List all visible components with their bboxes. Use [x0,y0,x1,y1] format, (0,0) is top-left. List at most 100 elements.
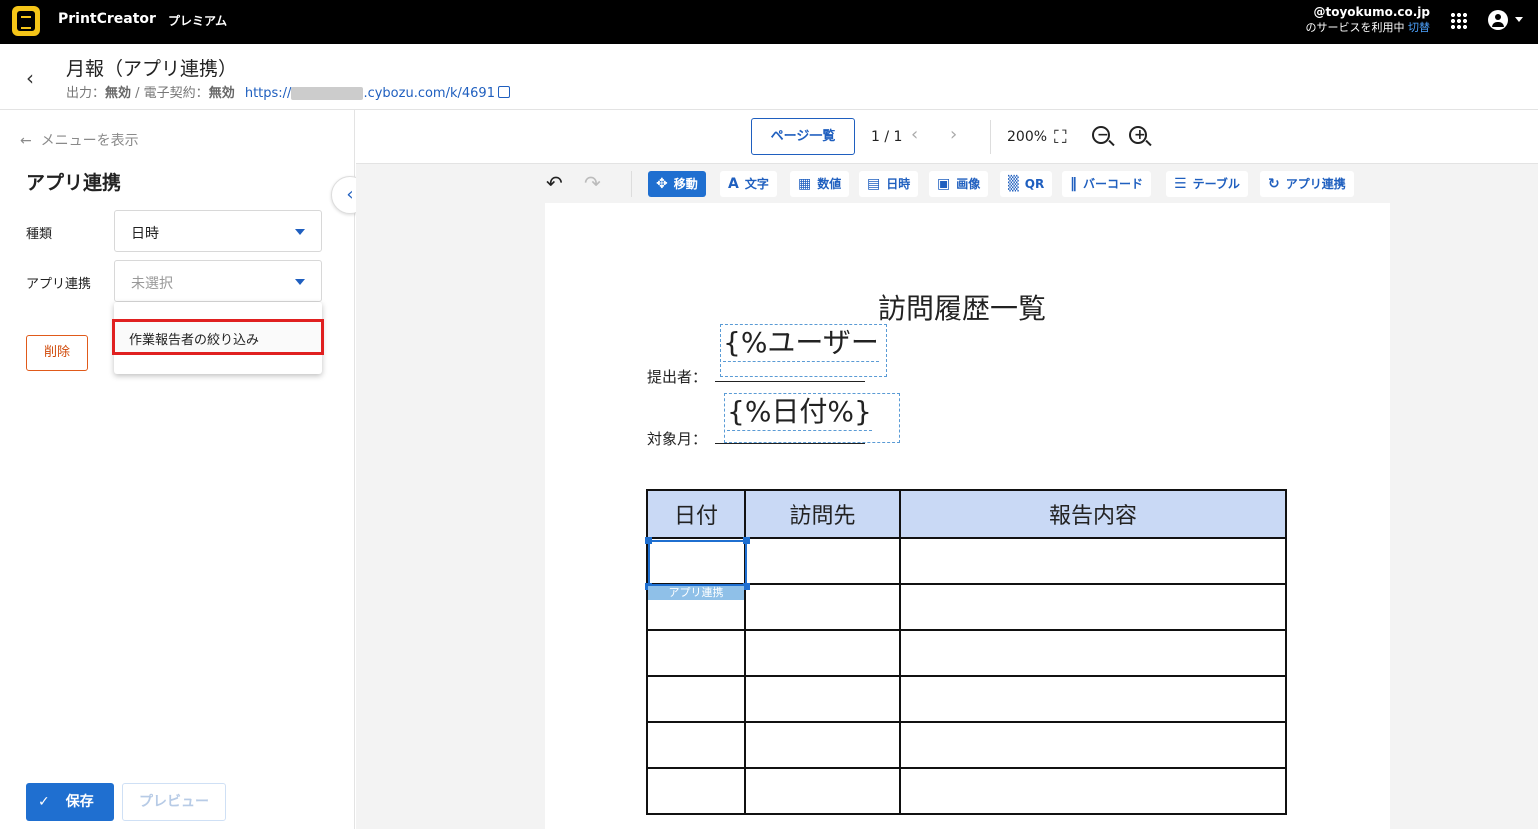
qr-icon: ▒ [1008,176,1019,192]
table-cell[interactable] [646,629,746,677]
type-label: 種類 [26,227,53,242]
table-cell[interactable] [899,537,1287,585]
table-cell[interactable] [646,675,746,723]
table-row [646,629,1287,677]
tool-qr[interactable]: ▒ QR [1000,171,1053,197]
selection-tag: アプリ連携 [648,586,744,600]
toolbar-divider [631,171,632,197]
account-status: のサービスを利用中 [1305,21,1405,34]
month-variable[interactable]: {%日付%} [724,393,900,443]
editor-toolbar: ↶ ↷ ✥ 移動 A 文字 ▦ 数値 ▤ 日時 ▣ 画像 ▒ QR ‖ バーコード ☰ テーブル… [356,165,1538,203]
table-cell[interactable] [899,767,1287,815]
zoom-out-icon[interactable]: − [1092,126,1110,144]
table-row [646,767,1287,815]
redo-icon[interactable]: ↷ [584,171,601,195]
output-label: 出力： [66,86,106,101]
page-header: ‹ 月報（アプリ連携） 出力：無効 / 電子契約：無効 https://.cyb… [0,44,1538,110]
table-cell[interactable] [744,583,901,631]
submitter-variable[interactable]: {%ユーザー [720,324,887,377]
top-bar: PrintCreator プレミアム @toyokumo.co.jp のサービス… [0,0,1538,44]
table-cell[interactable] [744,537,901,585]
apps-grid-icon[interactable] [1450,12,1468,30]
tool-barcode[interactable]: ‖ バーコード [1062,171,1152,197]
dropdown-option[interactable]: 作業報告者の絞り込み [112,319,324,355]
save-button[interactable]: ✓ 保存 [26,783,114,821]
image-icon: ▣ [937,176,951,192]
month-underline [715,443,865,444]
next-page-icon[interactable]: › [950,124,957,145]
table-cell[interactable] [899,629,1287,677]
tool-move[interactable]: ✥ 移動 [648,171,706,197]
app-name: PrintCreator [58,11,156,27]
masked-subdomain [291,87,364,100]
table-header-destination[interactable]: 訪問先 [744,489,901,539]
page-title: 月報（アプリ連携） [66,58,238,80]
calculator-icon: ▦ [798,176,812,192]
account-info: @toyokumo.co.jp のサービスを利用中 切替 [1306,5,1431,35]
esign-value: 無効 [208,86,235,101]
table-cell[interactable] [744,767,901,815]
check-icon: ✓ [38,794,50,810]
month-label[interactable]: 対象月： [647,428,707,449]
resize-handle[interactable] [645,537,652,544]
tool-number[interactable]: ▦ 数値 [790,171,850,197]
form-status-info: 出力：無効 / 電子契約：無効 https://.cybozu.com/k/46… [66,82,510,101]
divider [990,120,991,154]
table-cell[interactable] [646,721,746,769]
prev-page-icon[interactable]: ‹ [911,124,918,145]
table-cell[interactable] [899,583,1287,631]
tool-table[interactable]: ☰ テーブル [1166,171,1248,197]
user-avatar-icon[interactable] [1488,10,1508,30]
resize-handle[interactable] [743,537,750,544]
table-cell[interactable] [744,721,901,769]
table-cell[interactable] [899,675,1287,723]
editor-area: ページ一覧 1 / 1 ‹ › 200% ⛶ − + ↶ ↷ ✥ 移動 A 文字 ▦… [356,110,1538,829]
caret-down-icon [295,279,305,285]
selected-cell-outline[interactable] [648,540,747,586]
move-icon: ✥ [656,176,668,192]
submitter-underline [715,381,865,382]
table-cell[interactable] [744,675,901,723]
table-cell[interactable] [899,721,1287,769]
switch-account-link[interactable]: 切替 [1408,21,1430,34]
tool-app-link[interactable]: ↻ アプリ連携 [1260,171,1354,197]
show-menu-button[interactable]: ← メニューを表示 [20,130,139,150]
table-row [646,675,1287,723]
esign-label: / 電子契約： [131,86,209,101]
plan-badge: プレミアム [168,14,228,28]
app-link-select[interactable]: 未選択 [114,260,322,302]
delete-button[interactable]: 削除 [26,335,88,371]
account-domain: @toyokumo.co.jp [1313,5,1431,19]
app-link-label: アプリ連携 [26,277,92,292]
page-list-button[interactable]: ページ一覧 [751,118,855,155]
resize-handle[interactable] [743,583,750,590]
back-button[interactable]: ‹ [26,66,34,90]
table-cell[interactable] [646,767,746,815]
zoom-level: 200% [1007,129,1048,145]
undo-icon[interactable]: ↶ [546,171,563,195]
tool-datetime[interactable]: ▤ 日時 [859,171,919,197]
submitter-label[interactable]: 提出者： [647,366,707,387]
list-icon: ☰ [1174,176,1187,192]
table-row [646,721,1287,769]
table-cell[interactable] [744,629,901,677]
type-select[interactable]: 日時 [114,210,322,252]
table-header-report[interactable]: 報告内容 [899,489,1287,539]
section-title: アプリ連携 [26,172,122,194]
text-icon: A [728,176,739,192]
caret-down-icon [295,229,305,235]
app-url-link[interactable]: https://.cybozu.com/k/4691 [245,86,510,101]
chevron-down-icon[interactable] [1515,17,1523,22]
calendar-icon: ▤ [867,176,881,192]
document-title[interactable]: 訪問履歴一覧 [878,287,1046,327]
page-number: 1 / 1 [871,129,903,145]
tool-text[interactable]: A 文字 [720,171,777,197]
page-bar: ページ一覧 1 / 1 ‹ › 200% ⛶ − + [356,110,1538,164]
preview-button[interactable]: プレビュー [122,783,226,821]
fit-screen-icon[interactable]: ⛶ [1054,127,1067,148]
document-canvas[interactable]: 訪問履歴一覧 提出者： {%ユーザー 対象月： {%日付%} 日付 訪問先 報告… [545,203,1390,829]
tool-image[interactable]: ▣ 画像 [929,171,989,197]
zoom-in-icon[interactable]: + [1129,126,1147,144]
table-header-date[interactable]: 日付 [646,489,746,539]
printcreator-logo-icon[interactable] [12,6,40,36]
